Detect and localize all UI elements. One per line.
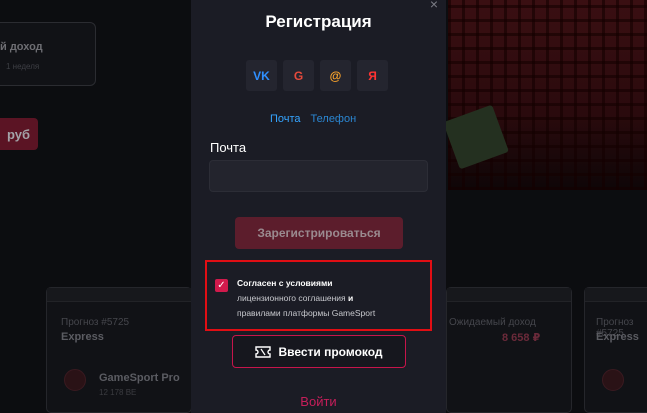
register-button[interactable]: Зарегистрироваться [235, 217, 403, 249]
login-link[interactable]: Войти [191, 394, 446, 409]
platform-rules-link[interactable]: правилами платформы GameSport [237, 308, 375, 318]
forecast-number: Прогноз #5725 [61, 317, 130, 328]
forecast-type: Express [596, 331, 639, 343]
consent-checkbox[interactable]: ✓ [215, 279, 228, 292]
forecast-card [584, 287, 647, 413]
expected-income-amount: 8 658 ₽ [502, 332, 541, 344]
mail-ru-icon[interactable]: @ [320, 60, 351, 91]
tab-email[interactable]: Почта [270, 113, 301, 125]
forecast-type: Express [61, 331, 104, 343]
expected-income-label: Ожидаемый доход [449, 317, 536, 328]
promo-code-label: Ввести промокод [278, 344, 383, 359]
promo-code-button[interactable]: Ввести промокод [232, 335, 406, 368]
consent-and-text: и [345, 293, 354, 303]
close-icon[interactable]: × [427, 0, 441, 11]
avatar [602, 369, 624, 391]
license-agreement-link[interactable]: лицензионного соглашения [237, 293, 346, 303]
consent-lead-text: Согласен с условиями [237, 278, 333, 288]
tab-phone[interactable]: Телефон [311, 113, 357, 125]
social-login-row: VK G @ Я [246, 60, 388, 91]
modal-title: Регистрация [265, 12, 372, 31]
income-card [0, 22, 96, 86]
google-icon[interactable]: G [283, 60, 314, 91]
income-title: й доход [0, 41, 43, 53]
yandex-icon[interactable]: Я [357, 60, 388, 91]
forecast-card [446, 287, 572, 413]
avatar [64, 369, 86, 391]
auth-method-tabs: Почта Телефон [270, 113, 356, 125]
ticket-icon [255, 345, 272, 358]
brand-name: GameSport Pro [99, 372, 180, 384]
rub-button: руб [0, 118, 38, 150]
consent-text: Согласен с условиями лицензионного согла… [237, 276, 427, 321]
vk-icon[interactable]: VK [246, 60, 277, 91]
brand-subtext: 12 178 BE [99, 388, 137, 397]
consent-highlight-box: ✓ Согласен с условиями лицензионного сог… [205, 260, 432, 331]
income-subtitle: 1 неделя [6, 62, 40, 71]
registration-modal: × Регистрация VK G @ Я Почта Телефон Поч… [191, 0, 446, 413]
email-field-label: Почта [210, 140, 247, 155]
email-field[interactable] [209, 160, 428, 192]
